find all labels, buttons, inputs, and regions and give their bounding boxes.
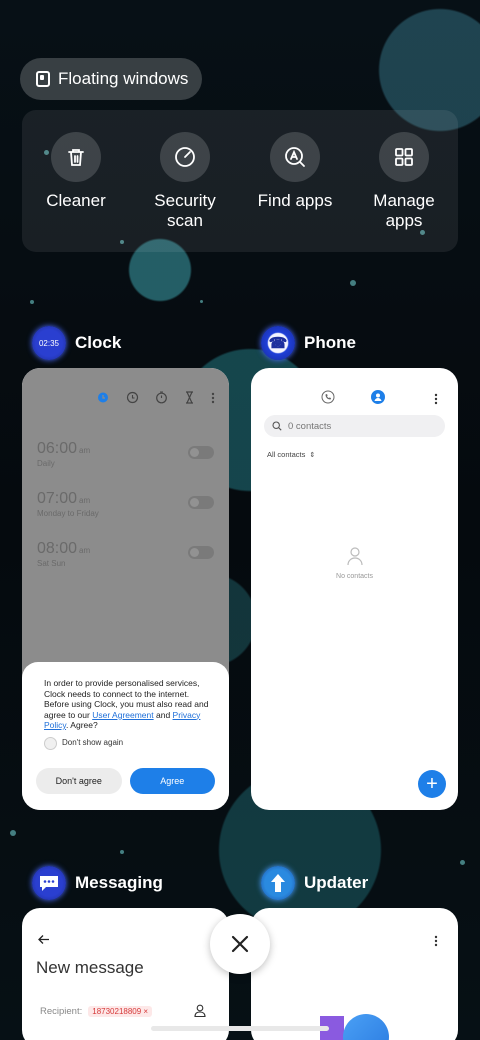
recipient-row: Recipient: 18730218809 × [40,1006,153,1017]
user-agreement-link[interactable]: User Agreement [92,710,153,720]
updater-app-icon [261,866,295,900]
security-scan-button[interactable]: Security scan [130,132,240,231]
contacts-search-input[interactable]: 0 contacts [264,415,445,437]
manage-apps-button[interactable]: Manage apps [349,132,459,231]
dialog-text: In order to provide personalised service… [44,678,209,730]
home-indicator[interactable] [151,1026,329,1031]
chevron-updown-icon: ⇕ [309,451,316,459]
updater-app-name: Updater [304,873,369,892]
agree-button[interactable]: Agree [129,768,215,794]
messaging-app-header[interactable]: Messaging [32,866,163,900]
more-menu-icon[interactable] [434,392,438,410]
phone-app-icon: ☎ [261,326,295,360]
clock-app-header[interactable]: 02:35 Clock [32,326,121,360]
phone-app-name: Phone [304,333,356,352]
messaging-app-name: Messaging [75,873,163,892]
alarm-toggle [188,446,214,459]
close-all-button[interactable] [210,914,270,974]
manage-label-2: apps [385,211,423,230]
alarm-item: 06:00 am Daily [37,440,91,468]
floating-window-icon [36,71,50,87]
timer-tab-icon [184,390,195,409]
manage-label-1: Manage [373,191,435,210]
updater-app-header[interactable]: Updater [261,866,368,900]
contacts-filter-dropdown[interactable]: All contacts ⇕ [267,450,315,459]
call-log-icon [321,390,335,409]
search-icon [272,421,282,431]
messaging-app-card[interactable]: New message Recipient: 18730218809 × [22,908,229,1040]
checkbox-icon [44,736,57,750]
messaging-app-icon [32,866,66,900]
new-message-title: New message [36,958,144,977]
clock-tab-icon [126,391,139,409]
back-arrow-icon[interactable] [37,932,50,950]
dont-show-again-checkbox[interactable]: Don't show again [44,736,215,750]
clock-icon-time: 02:35 [38,338,60,348]
security-gauge-icon [160,132,210,182]
dont-agree-button[interactable]: Don't agree [36,768,122,794]
contacts-icon [371,390,385,409]
floating-windows-label: Floating windows [58,69,189,88]
add-contact-button[interactable]: + [418,770,446,798]
alarm-toggle [188,496,214,509]
floating-windows-button[interactable]: Floating windows [20,58,202,100]
security-label-1: Security [154,191,216,210]
grid-icon [379,132,429,182]
phone-tabs [321,390,385,409]
phone-app-header[interactable]: ☎ Phone [261,326,356,360]
find-apps-button[interactable]: Find apps [240,132,350,211]
clock-tabs [96,390,215,409]
clock-app-card[interactable]: 06:00 am Daily 07:00 am Monday to Friday 0… [22,368,229,810]
security-label-2: scan [167,211,203,230]
find-apps-label: Find apps [257,191,333,210]
clock-app-name: Clock [75,333,122,352]
more-menu-icon[interactable] [434,934,438,952]
recipient-chip[interactable]: 18730218809 × [88,1006,153,1017]
cleaner-label: Cleaner [46,191,106,210]
alarm-toggle [188,546,214,559]
close-icon [231,935,249,953]
search-app-icon [270,132,320,182]
more-menu-icon [211,391,215,409]
update-illustration-circle [343,1014,389,1040]
clock-app-icon: 02:35 [32,326,66,360]
quick-actions-panel: Cleaner Security scan Find apps Manage app… [22,110,458,252]
person-icon [346,547,363,566]
alarm-tab-icon [96,390,110,409]
empty-state: No contacts [251,546,458,580]
contact-picker-icon[interactable] [194,1004,206,1022]
cleaner-button[interactable]: Cleaner [21,132,131,211]
updater-app-card[interactable] [251,908,458,1040]
stopwatch-tab-icon [155,390,168,409]
alarm-item: 07:00 am Monday to Friday [37,490,99,518]
phone-app-card[interactable]: 0 contacts All contacts ⇕ No contacts + [251,368,458,810]
privacy-dialog: In order to provide personalised service… [22,662,229,810]
trash-icon [51,132,101,182]
alarm-item: 08:00 am Sat Sun [37,540,91,568]
